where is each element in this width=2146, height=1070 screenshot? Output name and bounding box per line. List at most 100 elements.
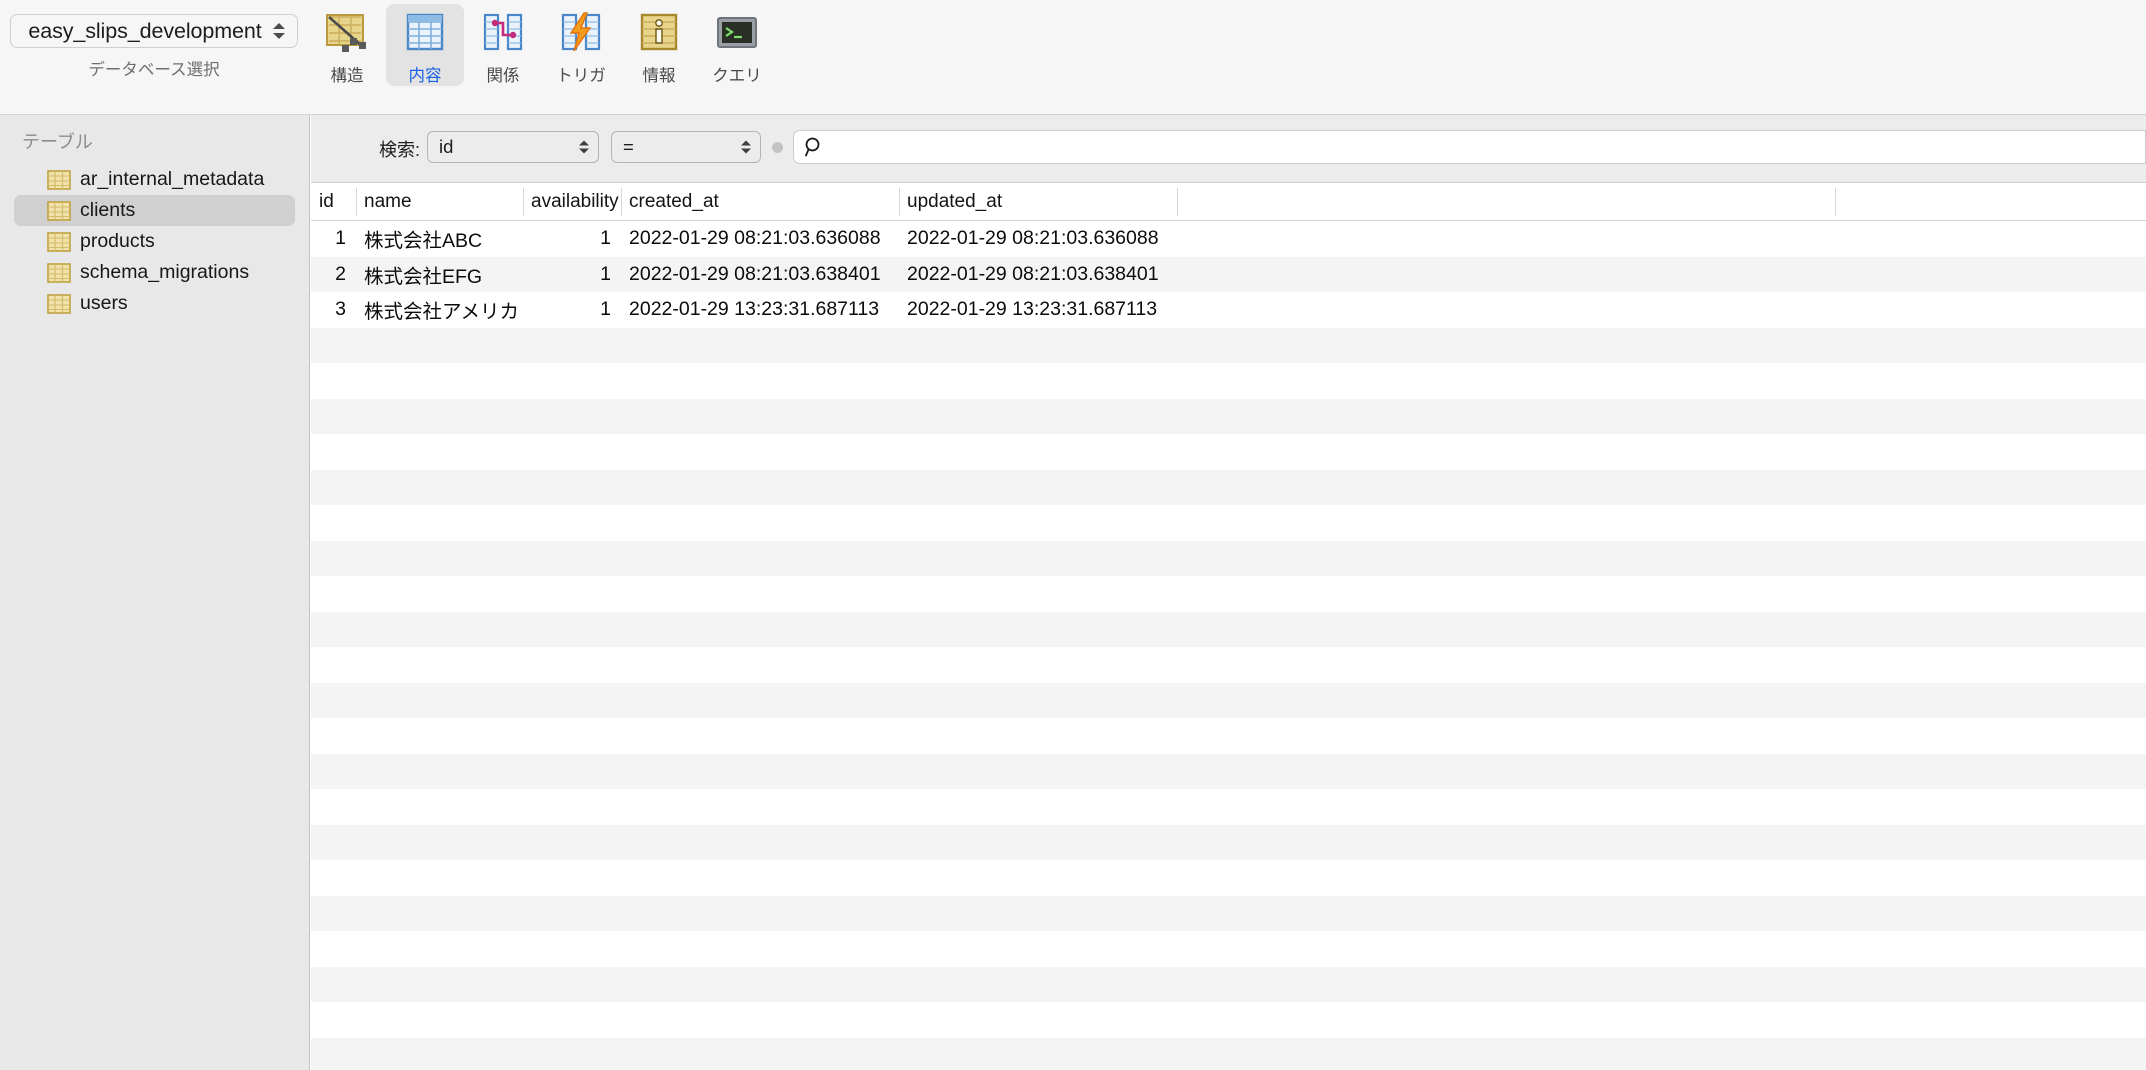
table-row[interactable] <box>311 966 2146 1002</box>
table-row[interactable]: 1 株式会社ABC 1 2022-01-29 08:21:03.636088 2022-… <box>311 221 2146 257</box>
cell-updated_at[interactable]: 2022-01-29 08:21:03.636088 <box>899 221 1177 257</box>
sidebar-section-header: テーブル <box>22 132 93 152</box>
database-select-caption: データベース選択 <box>88 61 220 79</box>
cell-id[interactable]: 1 <box>311 221 356 257</box>
cell-created_at[interactable]: 2022-01-29 08:21:03.636088 <box>621 221 899 257</box>
column-header-label: created_at <box>629 191 719 212</box>
data-grid-body: 1 株式会社ABC 1 2022-01-29 08:21:03.636088 2022-… <box>311 221 2146 1070</box>
sidebar-item-label: users <box>80 292 128 314</box>
cell-name[interactable]: 株式会社EFG <box>356 257 523 293</box>
table-row[interactable] <box>311 434 2146 470</box>
toolbar-tab-trigger[interactable]: トリガ <box>542 4 620 86</box>
table-icon <box>47 262 71 283</box>
cell-updated_at[interactable]: 2022-01-29 13:23:31.687113 <box>899 292 1177 328</box>
table-row[interactable]: 2 株式会社EFG 1 2022-01-29 08:21:03.638401 2022-… <box>311 256 2146 293</box>
column-header-label: availability <box>531 191 619 212</box>
table-row[interactable] <box>311 363 2146 399</box>
search-field-select-value: id <box>439 136 454 157</box>
table-row[interactable] <box>311 576 2146 612</box>
cell-created_at[interactable]: 2022-01-29 08:21:03.638401 <box>621 257 899 293</box>
sidebar-item-products[interactable]: products <box>14 226 295 257</box>
sidebar-item-label: schema_migrations <box>80 261 250 283</box>
magnifier-icon <box>794 136 825 158</box>
search-input-wrap[interactable] <box>793 130 2146 164</box>
cell-id[interactable]: 3 <box>311 292 356 328</box>
table-row[interactable] <box>311 718 2146 754</box>
table-row[interactable]: 3 株式会社アメリカ 1 2022-01-29 13:23:31.687113 2022… <box>311 292 2146 328</box>
cell-availability[interactable]: 1 <box>523 257 621 293</box>
sidebar-item-schema-migrations[interactable]: schema_migrations <box>14 257 295 288</box>
sidebar-item-users[interactable]: users <box>14 288 295 319</box>
database-select-value: easy_slips_development <box>28 18 262 43</box>
sidebar-table-list: ar_internal_metadata clients products sc… <box>0 164 309 319</box>
table-row[interactable] <box>311 611 2146 647</box>
table-icon <box>47 231 71 252</box>
data-grid: id name availability created_at updated_at 1… <box>311 183 2146 1070</box>
table-trigger-icon <box>557 9 605 57</box>
column-divider[interactable] <box>356 188 357 216</box>
table-relations-icon <box>479 9 527 57</box>
search-input[interactable] <box>825 136 2145 158</box>
column-header-availability[interactable]: availability <box>523 183 621 221</box>
chevron-up-down-icon <box>741 140 751 154</box>
sidebar-item-label: ar_internal_metadata <box>80 168 265 190</box>
sidebar-item-clients[interactable]: clients <box>14 195 295 226</box>
table-row[interactable] <box>311 647 2146 683</box>
table-row[interactable] <box>311 682 2146 718</box>
toolbar-tab-info[interactable]: 情報 <box>620 4 698 86</box>
chevron-up-down-icon <box>579 140 589 154</box>
column-header-label: id <box>319 191 334 212</box>
sidebar: テーブル ar_internal_metadata clients produc… <box>0 115 310 1070</box>
database-select[interactable]: easy_slips_development <box>10 14 298 48</box>
table-row[interactable] <box>311 931 2146 967</box>
database-select-wrap: easy_slips_development <box>10 14 298 48</box>
table-row[interactable] <box>311 1037 2146 1070</box>
table-icon <box>47 293 71 314</box>
table-icon <box>47 169 71 190</box>
cell-created_at[interactable]: 2022-01-29 13:23:31.687113 <box>621 292 899 328</box>
column-header-created_at[interactable]: created_at <box>621 183 899 221</box>
table-row[interactable] <box>311 860 2146 896</box>
table-row[interactable] <box>311 1002 2146 1038</box>
column-header-name[interactable]: name <box>356 183 523 221</box>
column-header-id[interactable]: id <box>311 183 356 221</box>
table-row[interactable] <box>311 327 2146 363</box>
toolbar-tab-query[interactable]: クエリ <box>698 4 776 86</box>
table-row[interactable] <box>311 789 2146 825</box>
table-row[interactable] <box>311 398 2146 434</box>
cell-availability[interactable]: 1 <box>523 221 621 257</box>
cell-name[interactable]: 株式会社アメリカ <box>356 292 523 328</box>
cell-id[interactable]: 2 <box>311 257 356 293</box>
table-row[interactable] <box>311 540 2146 576</box>
toolbar-tab-relations[interactable]: 関係 <box>464 4 542 86</box>
table-row[interactable] <box>311 469 2146 505</box>
column-divider[interactable] <box>523 188 524 216</box>
top-toolbar: easy_slips_development データベース選択 構造 内容 関係… <box>0 0 2146 115</box>
toolbar-tab-content[interactable]: 内容 <box>386 4 464 86</box>
cell-availability[interactable]: 1 <box>523 292 621 328</box>
column-divider[interactable] <box>621 188 622 216</box>
column-divider[interactable] <box>899 188 900 216</box>
column-divider[interactable] <box>1835 188 1836 216</box>
toolbar-tab-label: クエリ <box>712 67 762 85</box>
column-divider[interactable] <box>1177 188 1178 216</box>
table-row[interactable] <box>311 895 2146 931</box>
cell-name[interactable]: 株式会社ABC <box>356 221 523 257</box>
search-operator-select[interactable]: = <box>611 131 761 163</box>
table-row[interactable] <box>311 824 2146 860</box>
toolbar-tab-label: トリガ <box>556 67 606 85</box>
table-icon <box>47 200 71 221</box>
table-row[interactable] <box>311 753 2146 789</box>
column-header-label: updated_at <box>907 191 1003 212</box>
search-label: 検索: <box>379 140 421 160</box>
column-header-label: name <box>364 191 412 212</box>
table-content-icon <box>401 9 449 57</box>
cell-updated_at[interactable]: 2022-01-29 08:21:03.638401 <box>899 257 1177 293</box>
toolbar-tab-label: 内容 <box>408 67 442 85</box>
table-row[interactable] <box>311 505 2146 541</box>
search-operator-select-value: = <box>623 136 634 157</box>
toolbar-tab-structure[interactable]: 構造 <box>308 4 386 86</box>
column-header-updated_at[interactable]: updated_at <box>899 183 1177 221</box>
sidebar-item-ar-internal-metadata[interactable]: ar_internal_metadata <box>14 164 295 195</box>
search-field-select[interactable]: id <box>427 131 599 163</box>
